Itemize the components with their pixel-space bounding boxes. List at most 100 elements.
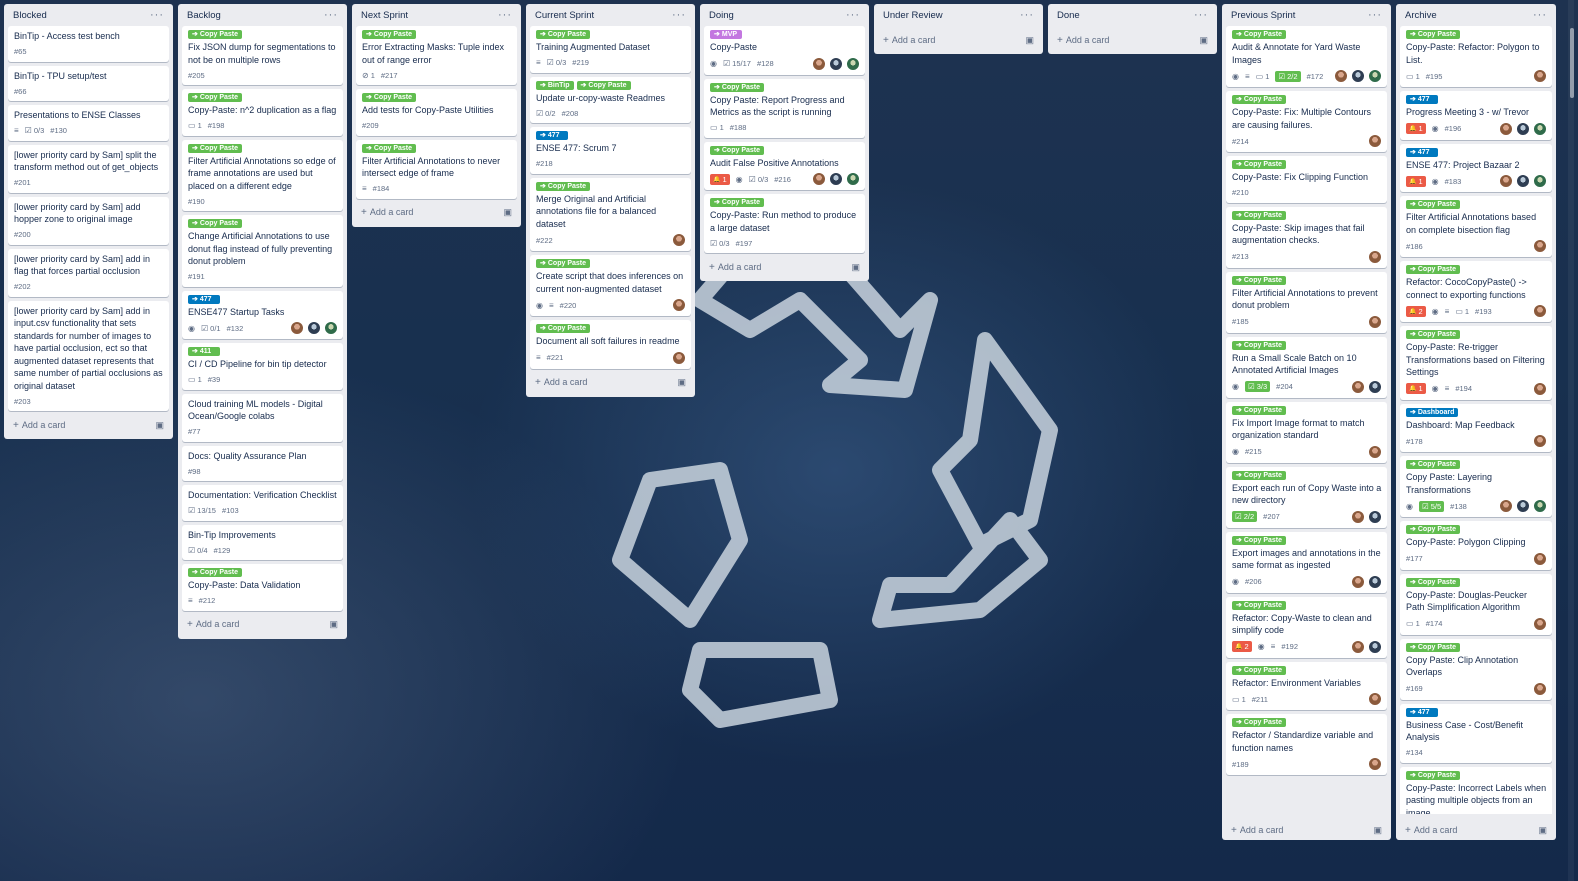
avatar[interactable] <box>324 321 338 335</box>
board-scroll-thumb[interactable] <box>1570 28 1574 98</box>
card-label[interactable]: ➔ Copy Paste <box>1232 95 1286 104</box>
card[interactable]: ➔ 411 CI / CD Pipeline for bin tip detecto… <box>182 343 343 390</box>
avatar[interactable] <box>1351 379 1365 394</box>
card-label[interactable]: ➔ Copy Paste <box>1406 642 1460 652</box>
avatar[interactable] <box>812 56 826 71</box>
card[interactable]: ➔ Copy Paste Copy Paste: Report Progress a… <box>704 78 865 138</box>
card[interactable]: ➔ Copy Paste Copy-Paste: Douglas-Peucker P… <box>1400 573 1552 635</box>
avatar[interactable] <box>1368 69 1382 83</box>
avatar[interactable] <box>1368 509 1382 524</box>
avatar[interactable] <box>1351 574 1365 589</box>
card[interactable]: [lower priority card by Sam] add hopper … <box>8 196 169 245</box>
add-card-button[interactable]: + Add a card ▣ <box>1052 30 1213 50</box>
card-label[interactable]: ➔ Copy Paste <box>188 568 242 577</box>
list-menu-icon[interactable]: ··· <box>1533 10 1547 21</box>
avatar[interactable] <box>1368 379 1382 394</box>
avatar[interactable] <box>1499 174 1513 188</box>
avatar[interactable] <box>1533 239 1547 253</box>
card[interactable]: ➔ Copy Paste Filter Artificial Annotations… <box>182 139 343 211</box>
avatar[interactable] <box>1368 639 1382 654</box>
card-label[interactable]: ➔ Copy Paste <box>362 93 416 102</box>
card[interactable]: ➔ Copy Paste Create script that does infer… <box>530 255 691 316</box>
card-label[interactable]: ➔ 411 <box>188 347 220 356</box>
card-label[interactable]: ➔ Copy Paste <box>188 30 242 39</box>
card-template-icon[interactable]: ▣ <box>1199 35 1208 46</box>
add-card-button[interactable]: + Add a card ▣ <box>704 257 865 277</box>
card-label[interactable]: ➔ Copy Paste <box>1406 577 1460 587</box>
card-label[interactable]: ➔ Copy Paste <box>1406 200 1460 209</box>
card[interactable]: ➔ Copy Paste Document all soft failures in… <box>530 320 691 369</box>
card-label[interactable]: ➔ Copy Paste <box>1406 330 1460 339</box>
card-label[interactable]: ➔ Dashboard <box>1406 407 1459 417</box>
add-card-button[interactable]: + Add a card ▣ <box>878 30 1039 50</box>
card-label[interactable]: ➔ MVP <box>710 30 742 39</box>
avatar[interactable] <box>1368 692 1382 706</box>
avatar[interactable] <box>1533 174 1547 188</box>
card-label[interactable]: ➔ Copy Paste <box>1406 525 1460 534</box>
avatar[interactable] <box>829 172 843 186</box>
avatar[interactable] <box>1533 381 1547 396</box>
card-template-icon[interactable]: ▣ <box>155 420 164 431</box>
card[interactable]: ➔ Copy Paste Fix JSON dump for segmentatio… <box>182 26 343 85</box>
card[interactable]: ➔ Copy Paste Run a Small Scale Batch on 10… <box>1226 336 1387 398</box>
card-label[interactable]: ➔ BinTip <box>536 80 574 90</box>
card-label[interactable]: ➔ Copy Paste <box>1406 265 1460 274</box>
list-title[interactable]: Under Review <box>883 10 943 21</box>
card-label[interactable]: ➔ Copy Paste <box>1232 275 1286 285</box>
card[interactable]: ➔ Copy Paste Refactor: Environment Variabl… <box>1226 661 1387 710</box>
list-title[interactable]: Backlog <box>187 10 221 21</box>
card-label[interactable]: ➔ Copy Paste <box>710 145 764 155</box>
add-card-button[interactable]: + Add a card ▣ <box>182 615 343 635</box>
list-title[interactable]: Current Sprint <box>535 10 594 21</box>
card[interactable]: ➔ Copy Paste Error Extracting Masks: Tuple… <box>356 26 517 85</box>
card[interactable]: BinTip - TPU setup/test #66 <box>8 65 169 101</box>
list-title[interactable]: Archive <box>1405 10 1437 21</box>
avatar[interactable] <box>1499 121 1513 136</box>
card[interactable]: ➔ Dashboard Dashboard: Map Feedback #178 <box>1400 403 1552 452</box>
card[interactable]: ➔ 477 ENSE 477: Scrum 7 #218 <box>530 127 691 174</box>
list-menu-icon[interactable]: ··· <box>150 10 164 21</box>
add-card-button[interactable]: + Add a card ▣ <box>530 373 691 393</box>
card-label[interactable]: ➔ Copy Paste <box>362 30 416 39</box>
card[interactable]: ➔ Copy Paste Copy-Paste: Incorrect Labels … <box>1400 766 1552 814</box>
list-menu-icon[interactable]: ··· <box>1368 10 1382 21</box>
card-label[interactable]: ➔ Copy Paste <box>1232 405 1286 415</box>
avatar[interactable] <box>1368 134 1382 148</box>
avatar[interactable] <box>1533 681 1547 696</box>
avatar[interactable] <box>1533 499 1547 513</box>
card[interactable]: ➔ Copy Paste Refactor / Standardize variab… <box>1226 714 1387 775</box>
card[interactable]: ➔ Copy Paste Export images and annotations… <box>1226 531 1387 593</box>
card[interactable]: ➔ Copy Paste Copy-Paste: Run method to pro… <box>704 194 865 253</box>
card-template-icon[interactable]: ▣ <box>503 207 512 218</box>
avatar[interactable] <box>1351 69 1365 83</box>
card[interactable]: ➔ MVP Copy-Paste ◉ ☑ 15/17 #128 <box>704 26 865 75</box>
card[interactable]: ➔ Copy Paste Export each run of Copy Waste… <box>1226 466 1387 528</box>
card-label[interactable]: ➔ 477 <box>1406 95 1438 104</box>
card-label[interactable]: ➔ Copy Paste <box>362 143 416 153</box>
list-title[interactable]: Doing <box>709 10 734 21</box>
card[interactable]: ➔ Copy Paste Filter Artificial Annotations… <box>1226 271 1387 333</box>
add-card-button[interactable]: + Add a card ▣ <box>356 203 517 223</box>
avatar[interactable] <box>1351 639 1365 654</box>
card[interactable]: Documentation: Verification Checklist ☑ 13… <box>182 485 343 521</box>
card-template-icon[interactable]: ▣ <box>1025 35 1034 46</box>
card[interactable]: ➔ Copy Paste Copy-Paste: n^2 duplication a… <box>182 89 343 136</box>
card[interactable]: ➔ Copy Paste Filter Artificial Annotations… <box>1400 196 1552 257</box>
avatar[interactable] <box>1533 304 1547 318</box>
card-label[interactable]: ➔ Copy Paste <box>1232 30 1286 39</box>
avatar[interactable] <box>1368 574 1382 589</box>
add-card-button[interactable]: + Add a card ▣ <box>1400 820 1552 840</box>
avatar[interactable] <box>1351 509 1365 524</box>
add-card-button[interactable]: + Add a card ▣ <box>1226 820 1387 840</box>
card-label[interactable]: ➔ Copy Paste <box>576 80 631 90</box>
avatar[interactable] <box>1533 121 1547 136</box>
card[interactable]: ➔ Copy Paste Copy-Paste: Skip images that … <box>1226 206 1387 268</box>
card[interactable]: ➔ Copy Paste Copy-Paste: Fix: Multiple Con… <box>1226 91 1387 152</box>
card[interactable]: [lower priority card by Sam] add in inpu… <box>8 300 169 411</box>
list-title[interactable]: Done <box>1057 10 1080 21</box>
card[interactable]: Bin-Tip Improvements ☑ 0/4 #129 <box>182 524 343 560</box>
card[interactable]: ➔ 477 ENSE 477: Project Bazaar 2 🔔 1 ◉ #183 <box>1400 143 1552 192</box>
card[interactable]: Docs: Quality Assurance Plan #98 <box>182 445 343 481</box>
card-label[interactable]: ➔ Copy Paste <box>1406 30 1460 39</box>
card-label[interactable]: ➔ Copy Paste <box>188 219 242 228</box>
